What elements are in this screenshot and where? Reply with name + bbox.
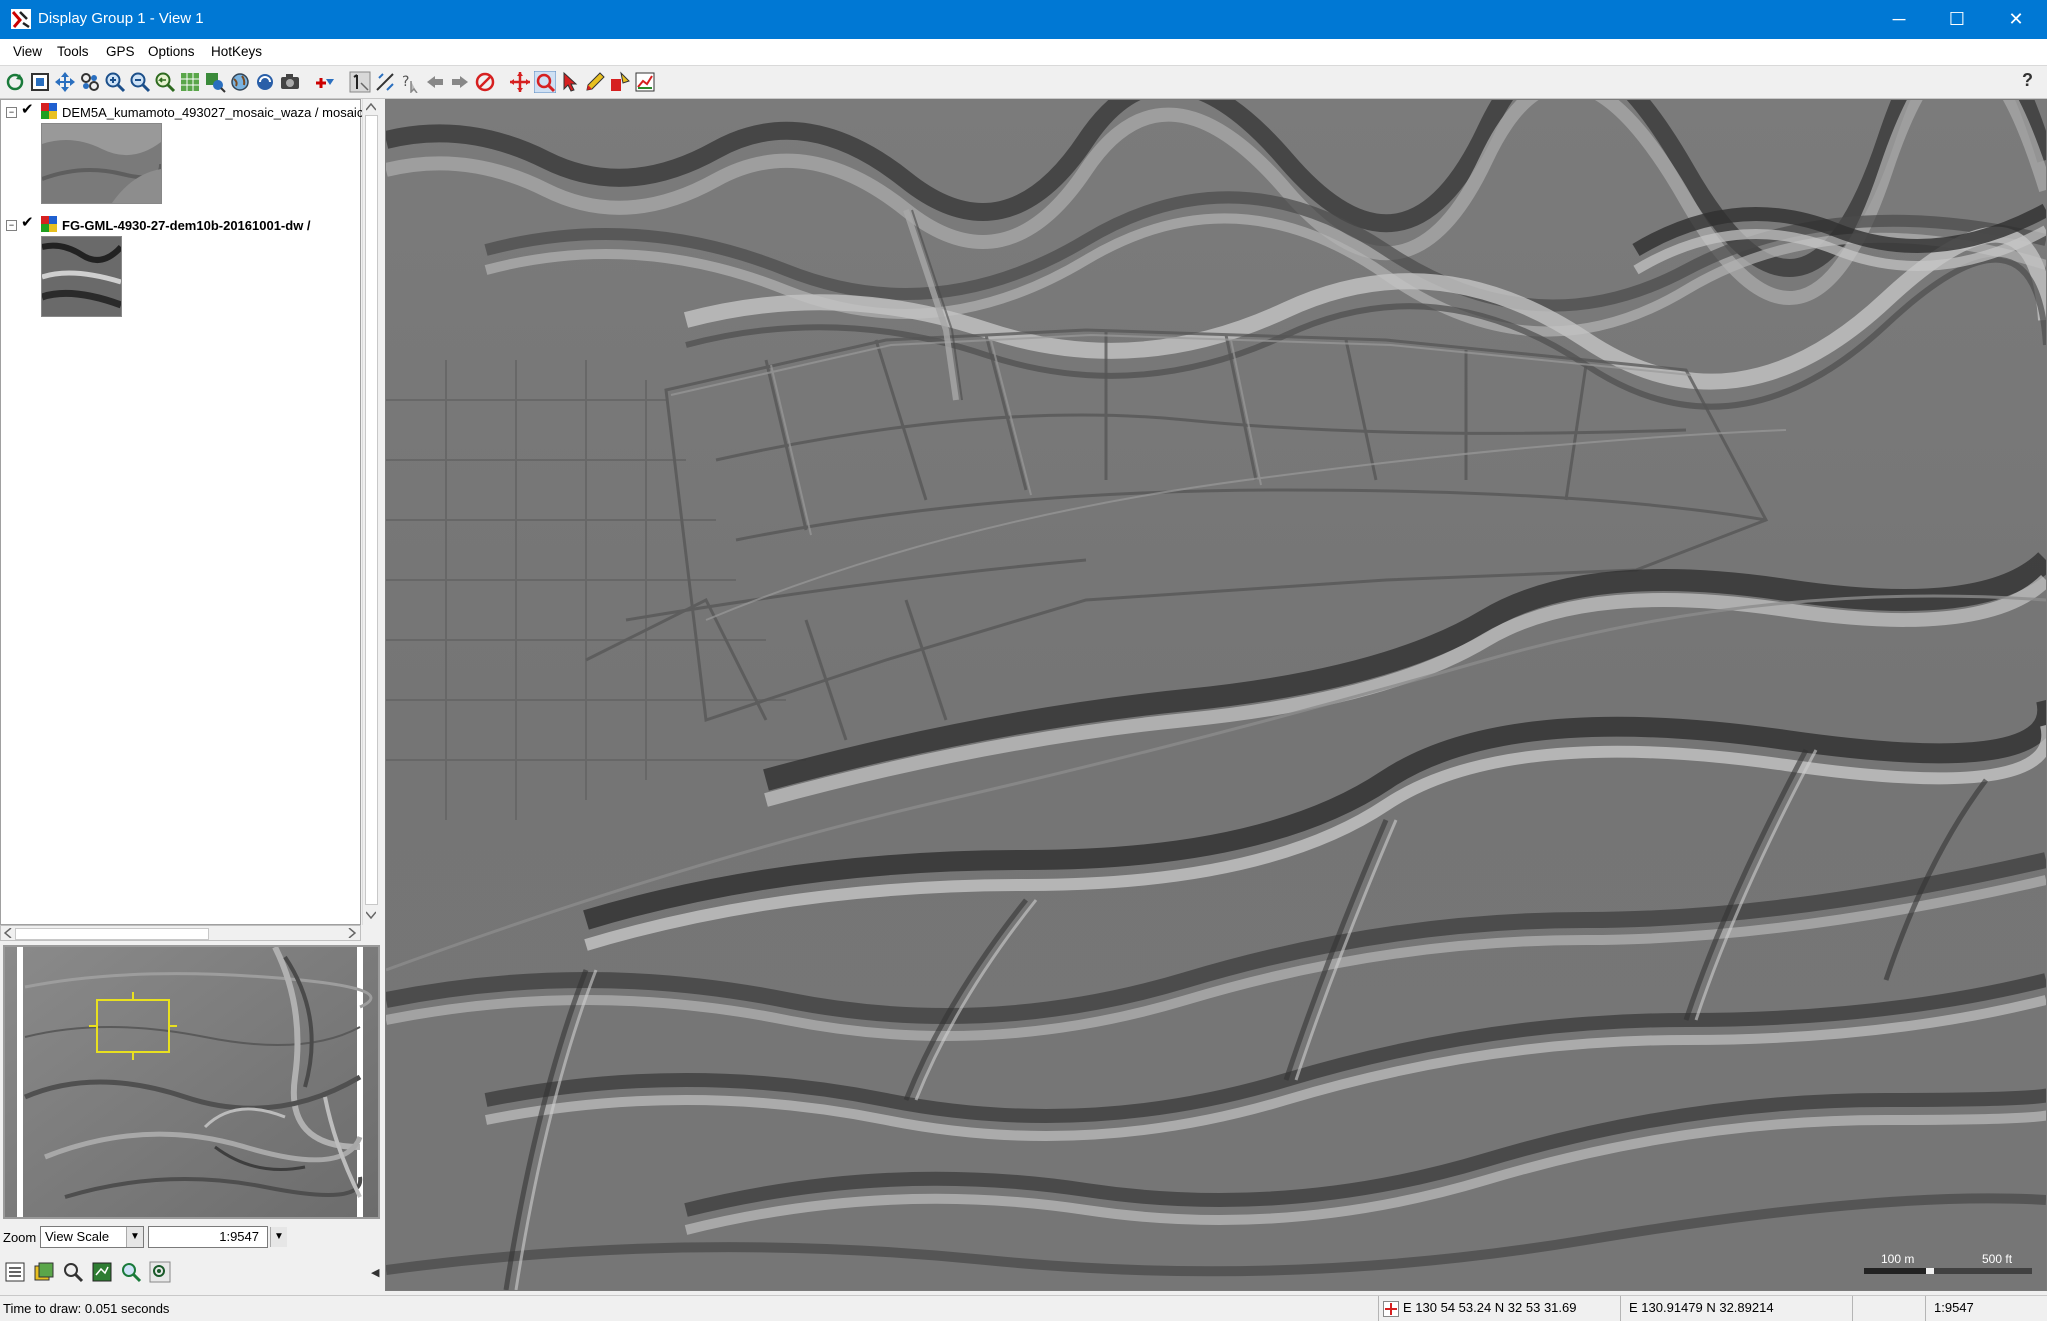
zoom-refresh-icon[interactable] [120, 1261, 142, 1283]
svg-text:?: ? [402, 74, 409, 90]
layer-list-icon[interactable] [4, 1261, 26, 1283]
globe-icon[interactable] [229, 71, 251, 93]
status-time-to-draw: Time to draw: 0.051 seconds [3, 1301, 170, 1316]
full-extent-icon[interactable] [29, 71, 51, 93]
menu-tools[interactable]: Tools [57, 44, 89, 59]
help-query-icon[interactable]: ? [399, 71, 421, 93]
zoom-previous-icon[interactable] [154, 71, 176, 93]
scroll-left-icon[interactable] [4, 928, 12, 938]
layer2-name[interactable]: FG-GML-4930-27-dem10b-20161001-dw / [62, 218, 362, 238]
layer1-name[interactable]: DEM5A_kumamoto_493027_mosaic_waza / mosa… [62, 105, 362, 125]
scale-bar-metric: 100 m [1881, 1252, 1914, 1266]
overview-map[interactable] [3, 945, 380, 1219]
add-layer-icon[interactable] [314, 71, 336, 93]
zoom-to-layer-icon[interactable] [179, 71, 201, 93]
window-title: Display Group 1 - View 1 [38, 10, 204, 27]
snapshot-icon[interactable] [279, 71, 301, 93]
redraw-icon[interactable] [4, 71, 26, 93]
layer2-expander[interactable]: − [6, 220, 17, 231]
help-icon[interactable]: ? [2022, 70, 2033, 91]
layer2-visibility-check[interactable]: ✔ [21, 215, 34, 230]
overview-hillshade [5, 947, 378, 1217]
menu-gps[interactable]: GPS [106, 44, 135, 59]
layer1-thumbnail [41, 123, 162, 204]
layer2-thumbnail [41, 236, 122, 317]
raster-layer-icon [41, 216, 57, 232]
panel-toolbar: ◀ [0, 1258, 385, 1286]
menu-hotkeys[interactable]: HotKeys [211, 44, 262, 59]
layer1-expander[interactable]: − [6, 107, 17, 118]
status-dms-coords: E 130 54 53.24 N 32 53 31.69 [1378, 1296, 1621, 1321]
measure-tool-icon[interactable] [374, 71, 396, 93]
status-scale: 1:9547 [1925, 1296, 2034, 1321]
zoom-box-icon[interactable] [534, 71, 556, 93]
raster-layer-icon [41, 103, 57, 119]
layer-list-hscroll[interactable] [0, 925, 361, 941]
select-tool-icon[interactable] [349, 71, 371, 93]
menu-bar: View Tools GPS Options HotKeys [0, 39, 2047, 66]
layer-controls-icon[interactable] [33, 1261, 55, 1283]
cancel-draw-icon[interactable] [474, 71, 496, 93]
hillshade-raster: 100 m 500 ft [386, 100, 2046, 1290]
back-icon[interactable] [424, 71, 446, 93]
menu-options[interactable]: Options [148, 44, 195, 59]
zoom-selected-icon[interactable] [204, 71, 226, 93]
zoom-extent-icon[interactable] [79, 71, 101, 93]
tntmips-app-icon[interactable] [10, 8, 32, 30]
zoom-lens-icon[interactable] [62, 1261, 84, 1283]
position-marker-icon[interactable] [1383, 1300, 1399, 1317]
close-button[interactable]: ✕ [1987, 0, 2045, 39]
zoom-mode-dropdown-icon[interactable]: ▼ [126, 1227, 143, 1247]
collapse-panel-icon[interactable]: ◀ [371, 1266, 379, 1279]
zoom-in-icon[interactable] [104, 71, 126, 93]
map-view[interactable]: 100 m 500 ft [385, 99, 2047, 1291]
layer-list-vscroll[interactable] [362, 99, 379, 925]
zoom-out-icon[interactable] [129, 71, 151, 93]
pan-center-icon[interactable] [54, 71, 76, 93]
status-empty-cell [1852, 1296, 1913, 1321]
status-dms-text: E 130 54 53.24 N 32 53 31.69 [1403, 1300, 1577, 1315]
layer1-visibility-check[interactable]: ✔ [21, 102, 34, 117]
status-bar: Time to draw: 0.051 seconds E 130 54 53.… [0, 1295, 2047, 1321]
scale-bar-imperial: 500 ft [1982, 1252, 2013, 1266]
pointer-icon[interactable] [559, 71, 581, 93]
minimize-button[interactable]: ─ [1870, 0, 1928, 39]
zoom-scale-dropdown-icon[interactable]: ▼ [270, 1227, 287, 1247]
chart-icon[interactable] [634, 71, 656, 93]
pencil-icon[interactable] [584, 71, 606, 93]
scroll-right-icon[interactable] [348, 928, 356, 938]
vscroll-thumb[interactable] [365, 115, 378, 905]
magnify-icon[interactable] [149, 1261, 171, 1283]
hscroll-thumb[interactable] [15, 928, 209, 940]
layer-list-panel: − ✔ DEM5A_kumamoto_493027_mosaic_waza / … [0, 99, 362, 925]
toolbar: ? ? [0, 66, 2047, 99]
zoom-label: Zoom [3, 1230, 37, 1245]
forward-icon[interactable] [449, 71, 471, 93]
zoom-scale-field[interactable]: 1:9547 [148, 1226, 268, 1248]
spin-icon[interactable] [254, 71, 276, 93]
scroll-up-icon[interactable] [366, 103, 376, 111]
maximize-button[interactable]: ☐ [1928, 0, 1986, 39]
crosshair-icon[interactable] [509, 71, 531, 93]
zoom-controls: Zoom View Scale ▼ 1:9547 ▼ [0, 1224, 380, 1252]
scroll-down-icon[interactable] [366, 911, 376, 919]
edit-tool-icon[interactable] [609, 71, 631, 93]
raster-view-icon[interactable] [91, 1261, 113, 1283]
status-decimal-coords: E 130.91479 N 32.89214 [1620, 1296, 1849, 1321]
menu-view[interactable]: View [13, 44, 42, 59]
title-bar: Display Group 1 - View 1 ─ ☐ ✕ [0, 0, 2047, 39]
